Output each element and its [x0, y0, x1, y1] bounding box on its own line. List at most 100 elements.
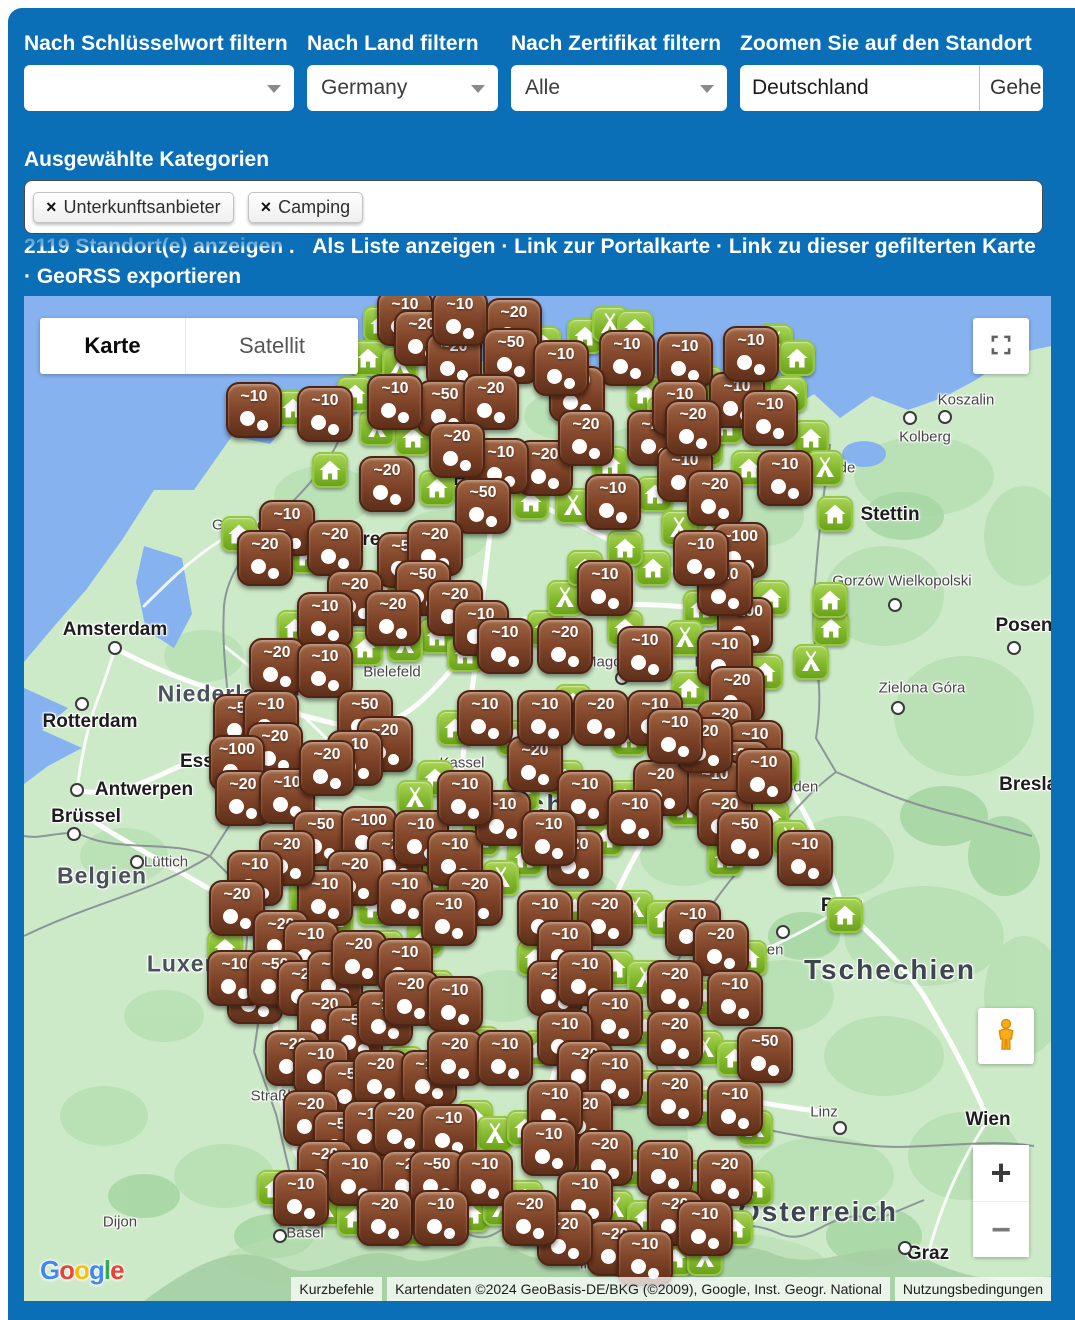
cluster-marker[interactable]: ~20 [427, 1030, 483, 1086]
result-link[interactable]: Link zu dieser gefilterten Karte [729, 235, 1036, 258]
cluster-count-label: ~10 [228, 388, 280, 406]
cluster-marker[interactable]: ~20 [573, 690, 629, 746]
cluster-marker[interactable]: ~10 [757, 450, 813, 506]
cluster-marker[interactable]: ~20 [299, 740, 355, 796]
cluster-marker[interactable]: ~20 [665, 400, 721, 456]
cluster-marker[interactable]: ~10 [742, 390, 798, 446]
cluster-marker[interactable]: ~10 [297, 592, 353, 648]
map-canvas[interactable]: Karte Satellit + − Google Kurzbefehle [24, 296, 1051, 1301]
cluster-marker[interactable]: ~10 [599, 330, 655, 386]
cluster-marker[interactable]: ~10 [707, 970, 763, 1026]
cluster-marker[interactable]: ~20 [365, 590, 421, 646]
cluster-marker[interactable]: ~10 [607, 790, 663, 846]
cluster-marker[interactable]: ~50 [455, 478, 511, 534]
city-dot-icon [67, 827, 81, 841]
cluster-marker[interactable]: ~20 [502, 1190, 558, 1246]
keyboard-shortcuts-link[interactable]: Kurzbefehle [291, 1277, 382, 1301]
map-type-satellite-button[interactable]: Satellit [185, 318, 358, 374]
fullscreen-button[interactable] [973, 318, 1029, 374]
cluster-marker[interactable]: ~10 [637, 1140, 693, 1196]
map-type-map-button[interactable]: Karte [40, 318, 185, 374]
category-tag[interactable]: ×Unterkunftsanbieter [33, 192, 234, 223]
cluster-marker[interactable]: ~10 [577, 560, 633, 616]
category-tag[interactable]: ×Camping [248, 192, 364, 223]
cluster-marker[interactable]: ~50 [737, 1027, 793, 1083]
cluster-marker[interactable]: ~20 [558, 410, 614, 466]
cluster-dots-icon [313, 769, 328, 784]
cluster-marker[interactable]: ~10 [297, 386, 353, 442]
cluster-marker[interactable]: ~50 [717, 810, 773, 866]
zoom-out-button[interactable]: − [973, 1201, 1029, 1257]
cluster-marker[interactable]: ~20 [307, 520, 363, 576]
cluster-marker[interactable]: ~10 [421, 890, 477, 946]
cluster-dots-icon [631, 1259, 646, 1274]
cluster-marker[interactable]: ~10 [521, 810, 577, 866]
cluster-count-label: ~10 [275, 1176, 327, 1194]
cluster-marker[interactable]: ~10 [437, 770, 493, 826]
cluster-marker[interactable]: ~10 [521, 1120, 577, 1176]
house-marker[interactable] [827, 897, 863, 933]
house-marker[interactable] [312, 452, 348, 488]
remove-tag-icon[interactable]: × [261, 197, 272, 218]
cluster-marker[interactable]: ~10 [427, 976, 483, 1032]
cluster-marker[interactable]: ~10 [587, 990, 643, 1046]
house-marker[interactable] [817, 496, 853, 532]
result-link[interactable]: GeoRSS exportieren [37, 265, 241, 288]
pegman-button[interactable] [978, 1008, 1034, 1064]
cluster-count-label: ~10 [529, 1086, 581, 1104]
cluster-marker[interactable]: ~10 [533, 340, 589, 396]
cluster-marker[interactable]: ~10 [477, 1030, 533, 1086]
cluster-marker[interactable]: ~10 [585, 474, 641, 530]
cluster-count-label: ~10 [423, 1110, 475, 1128]
cluster-marker[interactable]: ~10 [457, 690, 513, 746]
go-to-location-button[interactable]: Gehe [979, 65, 1043, 111]
cluster-marker[interactable]: ~20 [647, 1070, 703, 1126]
country-filter-select[interactable]: Germany [307, 65, 498, 111]
tent-marker[interactable] [793, 644, 829, 680]
cluster-marker[interactable]: ~10 [736, 748, 792, 804]
pegman-icon [988, 1017, 1024, 1056]
cluster-marker[interactable]: ~20 [647, 1010, 703, 1066]
cluster-marker[interactable]: ~10 [226, 382, 282, 438]
cluster-marker[interactable]: ~10 [707, 1080, 763, 1136]
cluster-marker[interactable]: ~20 [647, 960, 703, 1016]
cluster-marker[interactable]: ~10 [413, 1190, 469, 1246]
house-icon [318, 458, 342, 482]
cluster-count-label: ~20 [579, 1136, 631, 1154]
keyword-filter-select[interactable] [24, 65, 294, 111]
cluster-marker[interactable]: ~20 [357, 1190, 413, 1246]
cluster-count-label: ~10 [589, 1056, 641, 1074]
cluster-marker[interactable]: ~10 [617, 626, 673, 682]
cluster-marker[interactable]: ~10 [477, 618, 533, 674]
cluster-marker[interactable]: ~20 [359, 456, 415, 512]
terms-of-use-link[interactable]: Nutzungsbedingungen [895, 1277, 1051, 1301]
cluster-count-label: ~20 [375, 1106, 427, 1124]
results-count-link[interactable]: 2119 Standort(e) anzeigen . [24, 235, 295, 258]
cluster-marker[interactable]: ~10 [673, 530, 729, 586]
cluster-marker[interactable]: ~10 [677, 1200, 733, 1256]
house-marker[interactable] [812, 582, 848, 618]
keyword-filter-label: Nach Schlüsselwort filtern [24, 32, 294, 56]
cluster-marker[interactable]: ~10 [432, 296, 488, 346]
cluster-marker[interactable]: ~10 [647, 708, 703, 764]
cluster-marker[interactable]: ~10 [297, 642, 353, 698]
remove-tag-icon[interactable]: × [46, 197, 57, 218]
cluster-marker[interactable]: ~20 [687, 470, 743, 526]
cluster-dots-icon [471, 719, 486, 734]
cluster-marker[interactable]: ~10 [723, 326, 779, 382]
cluster-marker[interactable]: ~10 [273, 1170, 329, 1226]
cluster-marker[interactable]: ~20 [697, 1150, 753, 1206]
zoom-in-button[interactable]: + [973, 1145, 1029, 1201]
house-marker[interactable] [779, 340, 815, 376]
cluster-marker[interactable]: ~20 [429, 422, 485, 478]
result-link[interactable]: Als Liste anzeigen [312, 235, 495, 258]
cluster-marker[interactable]: ~20 [537, 618, 593, 674]
result-link[interactable]: Link zur Portalkarte [514, 235, 710, 258]
cluster-marker[interactable]: ~10 [777, 830, 833, 886]
cluster-marker[interactable]: ~10 [517, 690, 573, 746]
google-logo[interactable]: Google [40, 1255, 124, 1286]
cluster-marker[interactable]: ~20 [237, 530, 293, 586]
cluster-marker[interactable]: ~10 [367, 374, 423, 430]
certificate-filter-select[interactable]: Alle [511, 65, 727, 111]
location-input[interactable] [740, 65, 979, 111]
